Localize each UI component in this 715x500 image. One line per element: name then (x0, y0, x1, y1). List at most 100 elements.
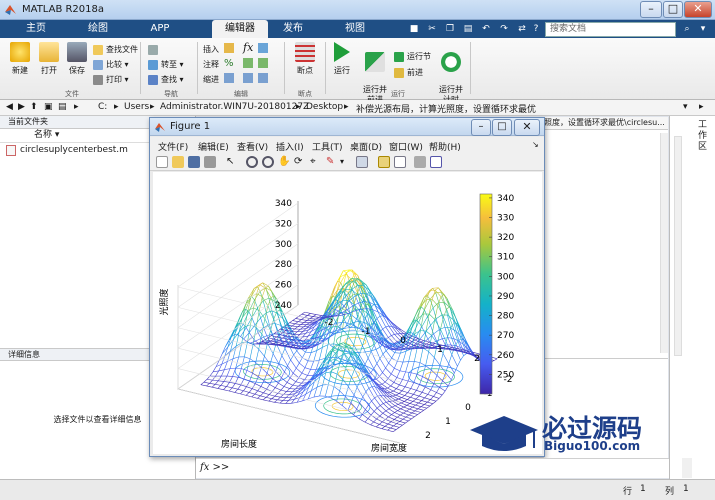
maximize-button[interactable]: □ (663, 1, 683, 18)
menu-desktop[interactable]: 桌面(D) (350, 140, 382, 153)
menu-tools[interactable]: 工具(T) (312, 140, 343, 153)
tab-plots[interactable]: 绘图 (70, 20, 126, 38)
show-plot-tools-icon[interactable] (430, 156, 442, 168)
back-icon[interactable]: ◀ (6, 102, 13, 112)
figure-maximize-button[interactable]: □ (492, 119, 512, 136)
brush-icon[interactable]: ✎ (326, 156, 338, 168)
indent-button[interactable]: 缩进 (203, 73, 219, 86)
zoom-out-icon[interactable] (262, 156, 274, 168)
search-icon[interactable]: ⌕ (681, 23, 693, 35)
find-button[interactable]: 查找 ▾ (148, 73, 184, 86)
menu-insert[interactable]: 插入(I) (276, 140, 304, 153)
mesh-line (224, 368, 231, 371)
navigate-arrows[interactable] (148, 43, 161, 56)
menu-window[interactable]: 窗口(W) (389, 140, 423, 153)
hide-plot-tools-icon[interactable] (414, 156, 426, 168)
mesh-line (408, 418, 412, 422)
up-folder-icon[interactable]: ⬆ (30, 102, 38, 112)
breakpoints-button[interactable]: 断点 (290, 42, 320, 76)
pointer-icon[interactable]: ↖ (226, 156, 238, 168)
smart-indent-icon[interactable] (224, 73, 234, 83)
print-figure-icon[interactable] (204, 156, 216, 168)
run-button[interactable]: 运行 (329, 42, 355, 76)
menu-file[interactable]: 文件(F) (158, 140, 188, 153)
open-file-icon[interactable] (172, 156, 184, 168)
mesh-line (460, 355, 464, 361)
path-segment[interactable]: 补偿光源布局，计算光照度，设置循环求最优 (356, 102, 536, 115)
menu-view[interactable]: 查看(V) (237, 140, 268, 153)
path-segment[interactable]: Administrator.WIN7U-20180127Z (160, 102, 309, 112)
compare-button[interactable]: 比较 ▾ (93, 58, 129, 71)
switch-windows-icon[interactable]: ⇄ (516, 23, 528, 35)
folder-icon[interactable]: ▤ (58, 102, 67, 112)
insert-section-icon[interactable] (224, 43, 234, 53)
tab-editor[interactable]: 编辑器 (212, 20, 268, 38)
cut-icon[interactable]: ✂ (426, 23, 438, 35)
browse-icon[interactable]: ▸ (699, 102, 704, 112)
rotate-3d-icon[interactable]: ⟳ (294, 156, 306, 168)
browse-folder-icon[interactable]: ▣ (44, 102, 53, 112)
figure-close-button[interactable]: ✕ (514, 119, 540, 136)
insert-colorbar-icon[interactable] (378, 156, 390, 168)
path-segment[interactable]: Desktop (306, 102, 343, 112)
folder-open-icon (39, 42, 59, 62)
copy-icon[interactable]: ❐ (444, 23, 456, 35)
editor-scrollbar[interactable] (660, 133, 668, 353)
address-dropdown-icon[interactable]: ▾ (683, 102, 688, 112)
figure-minimize-button[interactable]: – (471, 119, 491, 136)
link-plot-icon[interactable] (356, 156, 368, 168)
find-files-button[interactable]: 查找文件 (93, 43, 138, 56)
tab-home[interactable]: 主页 (12, 20, 60, 38)
search-documentation-input[interactable]: 搜索文档 (545, 22, 676, 37)
help-icon[interactable]: ? (530, 23, 542, 35)
wrap-comment-icon[interactable] (258, 58, 268, 68)
print-button[interactable]: 打印 ▾ (93, 73, 129, 86)
increase-indent-icon[interactable] (243, 73, 253, 83)
goto-button[interactable]: 转至 ▾ (148, 58, 184, 71)
command-line[interactable]: fx >> (196, 458, 669, 478)
open-button[interactable]: 打开 (35, 42, 63, 76)
tab-publish[interactable]: 发布 (270, 20, 316, 38)
minimize-button[interactable]: – (640, 1, 662, 18)
data-cursor-icon[interactable]: ⌖ (310, 156, 322, 168)
path-segment[interactable]: C: (98, 102, 107, 112)
save-quick-icon[interactable]: ■ (408, 23, 420, 35)
save-button[interactable]: 保存 (64, 42, 90, 76)
insert-legend-icon[interactable] (394, 156, 406, 168)
undo-icon[interactable]: ↶ (480, 23, 492, 35)
comment-button[interactable]: 注释 (203, 58, 219, 71)
mesh-line (260, 392, 264, 397)
pan-hand-icon[interactable]: ✋ (278, 156, 290, 168)
comment-percent-icon[interactable]: % (224, 58, 234, 69)
new-figure-icon[interactable] (156, 156, 168, 168)
new-button[interactable]: 新建 (6, 42, 34, 76)
workspace-scrollbar[interactable] (674, 136, 682, 356)
mesh-line (438, 287, 445, 295)
run-section-button[interactable]: 运行节 (394, 50, 431, 63)
redo-icon[interactable]: ↷ (498, 23, 510, 35)
uncomment-icon[interactable] (243, 58, 253, 68)
advance-button[interactable]: 前进 (394, 66, 423, 79)
mesh-line (226, 368, 231, 377)
notification-icon[interactable]: ▾ (697, 23, 709, 35)
insert-dropdown-icon[interactable] (258, 43, 268, 53)
path-segment[interactable]: Users (124, 102, 149, 112)
menu-help[interactable]: 帮助(H) (429, 140, 461, 153)
forward-icon[interactable]: ▶ (18, 102, 25, 112)
editor-area[interactable] (544, 130, 668, 358)
paste-icon[interactable]: ▤ (462, 23, 474, 35)
insert-button[interactable]: 插入 (203, 43, 219, 56)
fx-icon[interactable]: fx (243, 41, 253, 54)
brush-dropdown-icon[interactable]: ▾ (340, 156, 352, 168)
menu-edit[interactable]: 编辑(E) (198, 140, 229, 153)
decrease-indent-icon[interactable] (258, 73, 268, 83)
tab-apps[interactable]: APP (132, 20, 188, 38)
editor-tab-label[interactable]: 照度，设置循环求最优\circlesu... (544, 117, 668, 130)
mesh-line (424, 404, 430, 407)
command-scrollbar[interactable] (682, 458, 692, 478)
zoom-in-icon[interactable] (246, 156, 258, 168)
save-figure-icon[interactable] (188, 156, 200, 168)
close-button[interactable]: ✕ (684, 1, 712, 18)
menu-dock-icon[interactable]: ↘ (532, 140, 539, 149)
tab-view[interactable]: 视图 (330, 20, 380, 38)
